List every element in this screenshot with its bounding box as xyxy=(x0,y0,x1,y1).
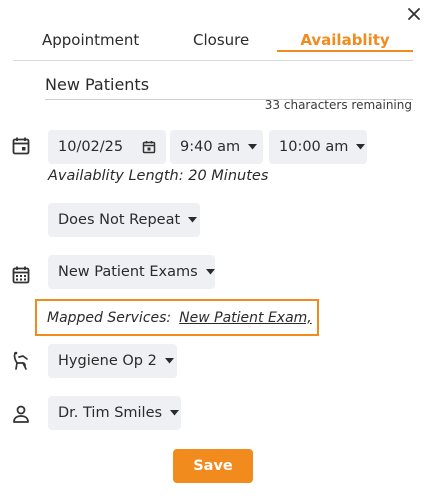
person-icon xyxy=(10,403,32,425)
tab-closure[interactable]: Closure xyxy=(193,31,249,49)
start-time-value: 9:40 am xyxy=(180,139,241,155)
tab-bar: Appointment Closure Availablity xyxy=(13,24,413,61)
chevron-down-icon xyxy=(205,269,215,275)
calendar-icon xyxy=(10,135,32,157)
mapped-service-link[interactable]: New Patient Exam, xyxy=(179,310,312,326)
provider-dropdown[interactable]: Dr. Tim Smiles xyxy=(48,396,181,430)
close-icon xyxy=(408,8,420,20)
end-time-dropdown[interactable]: 10:00 am xyxy=(269,130,367,164)
mapped-services-label: Mapped Services: xyxy=(47,309,172,326)
chevron-down-icon xyxy=(164,358,174,364)
service-dropdown[interactable]: New Patient Exams xyxy=(48,255,215,289)
date-value: 10/02/25 xyxy=(58,139,124,155)
date-picker[interactable]: 10/02/25 xyxy=(48,130,166,164)
end-time-value: 10:00 am xyxy=(279,139,349,155)
repeat-value: Does Not Repeat xyxy=(58,212,181,228)
tab-availability[interactable]: Availablity xyxy=(277,24,413,52)
operatory-dropdown[interactable]: Hygiene Op 2 xyxy=(48,344,177,378)
tab-appointment[interactable]: Appointment xyxy=(42,31,139,49)
dental-chair-icon xyxy=(10,350,32,372)
mapped-services-box: Mapped Services: New Patient Exam, xyxy=(35,299,319,336)
operatory-value: Hygiene Op 2 xyxy=(58,353,157,369)
availability-length: Availablity Length: 20 Minutes xyxy=(48,168,269,184)
start-time-dropdown[interactable]: 9:40 am xyxy=(170,130,263,164)
provider-value: Dr. Tim Smiles xyxy=(58,405,163,421)
repeat-dropdown[interactable]: Does Not Repeat xyxy=(48,203,200,237)
chevron-down-icon xyxy=(188,217,198,223)
save-button[interactable]: Save xyxy=(173,449,253,483)
chevron-down-icon xyxy=(356,144,366,150)
availability-length-value: 20 Minutes xyxy=(188,168,269,184)
service-value: New Patient Exams xyxy=(58,264,198,280)
chevron-down-icon xyxy=(248,144,258,150)
close-button[interactable] xyxy=(403,3,425,25)
title-input[interactable] xyxy=(45,72,413,100)
calendar-grid-icon xyxy=(10,264,32,286)
chevron-down-icon xyxy=(170,410,180,416)
char-remaining-text: 33 characters remaining xyxy=(264,98,412,112)
calendar-small-icon xyxy=(142,141,156,154)
availability-length-label: Availablity Length xyxy=(48,168,179,184)
